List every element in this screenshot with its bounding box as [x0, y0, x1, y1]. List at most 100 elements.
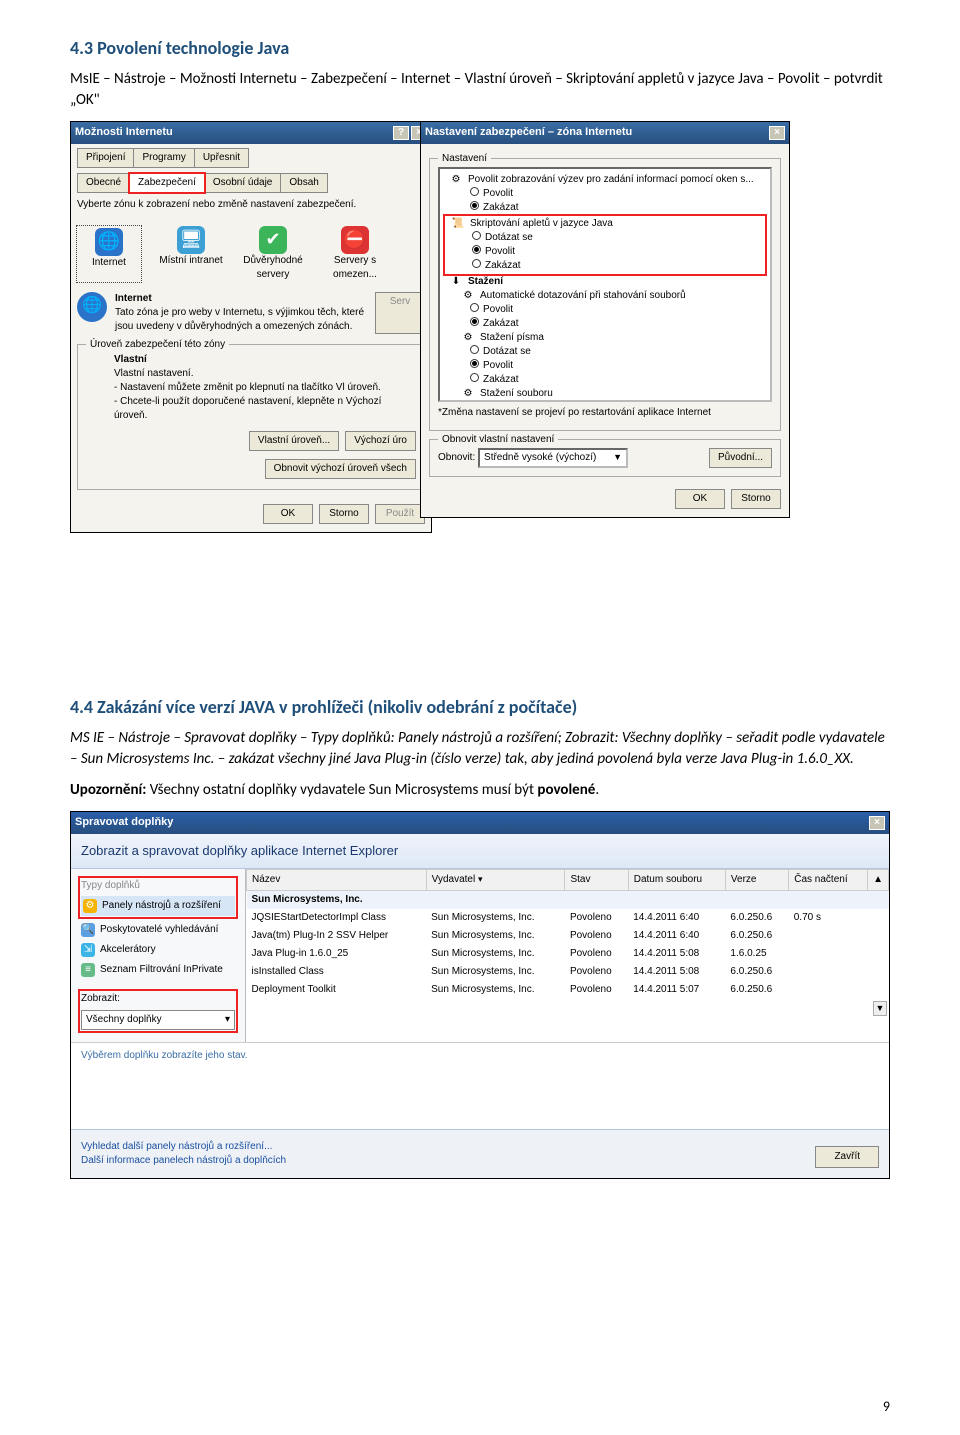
- more-info-link[interactable]: Další informace panelech nástrojů a dopl…: [81, 1154, 286, 1168]
- col-filedate[interactable]: Datum souboru: [628, 869, 725, 890]
- find-more-link[interactable]: Vyhledat další panely nástrojů a rozšíře…: [81, 1140, 286, 1154]
- table-row[interactable]: Java(tm) Plug-In 2 SSV HelperSun Microsy…: [247, 927, 889, 945]
- section-44-heading: 4.4 Zakázání více verzí JAVA v prohlížeč…: [70, 695, 890, 720]
- scroll-up-icon[interactable]: ▲: [868, 869, 889, 890]
- level-desc-2: - Nastavení můžete změnit po klepnutí na…: [114, 381, 416, 395]
- radio[interactable]: [472, 231, 481, 240]
- zone-trusted[interactable]: ✔ Důvěryhodné servery: [241, 226, 305, 282]
- page-number: 9: [883, 1397, 890, 1417]
- chevron-down-icon: ▾: [225, 1013, 230, 1027]
- level-desc-3: - Chcete-li použít doporučené nastavení,…: [114, 395, 416, 423]
- titlebar: Spravovat doplňky ×: [71, 812, 889, 833]
- section-44-body: MS IE – Nástroje – Spravovat doplňky – T…: [70, 728, 890, 770]
- radio[interactable]: [470, 317, 479, 326]
- reset-legend: Obnovit vlastní nastavení: [438, 433, 558, 447]
- level-title: Vlastní: [114, 353, 416, 367]
- addons-footer: Vyhledat další panely nástrojů a rozšíře…: [71, 1129, 889, 1178]
- chevron-down-icon: ▼: [613, 451, 622, 464]
- security-settings-dialog: Nastavení zabezpečení – zóna Internetu ×…: [420, 121, 790, 517]
- show-dropdown[interactable]: Všechny doplňky▾: [81, 1010, 235, 1030]
- sidebar-item-toolbars[interactable]: ⚙Panely nástrojů a rozšíření: [81, 896, 235, 916]
- ok-button[interactable]: OK: [675, 489, 725, 509]
- script-icon: 📜: [452, 218, 464, 230]
- internet-options-dialog: Možnosti Internetu ? × Připojení Program…: [70, 121, 432, 532]
- radio[interactable]: [470, 303, 479, 312]
- table-row[interactable]: Deployment ToolkitSun Microsystems, Inc.…: [247, 981, 889, 999]
- settings-groupbox: Nastavení ⚙Povolit zobrazování výzev pro…: [429, 158, 781, 431]
- titlebar: Nastavení zabezpečení – zóna Internetu ×: [421, 122, 789, 143]
- filter-icon: ≡: [81, 963, 95, 977]
- cancel-button[interactable]: Storno: [731, 489, 781, 509]
- zone-desc-text: Tato zóna je pro weby v Internetu, s výj…: [115, 306, 367, 334]
- download-icon: ⬇: [450, 276, 462, 288]
- show-label: Zobrazit:: [81, 992, 235, 1006]
- table-row[interactable]: isInstalled ClassSun Microsystems, Inc.P…: [247, 963, 889, 981]
- tabs-row-2: Obecné Zabezpečení Osobní údaje Obsah: [77, 173, 425, 192]
- radio[interactable]: [470, 187, 479, 196]
- zone-restricted[interactable]: ⛔ Servery s omezen...: [323, 226, 387, 282]
- addons-sidebar: Typy doplňků ⚙Panely nástrojů a rozšířen…: [71, 869, 246, 1042]
- tab-privacy[interactable]: Osobní údaje: [204, 173, 282, 193]
- zone-name: Internet: [115, 292, 367, 306]
- col-status[interactable]: Stav: [565, 869, 628, 890]
- sidebar-item-accel[interactable]: ⇲Akcelerátory: [79, 940, 237, 960]
- ok-button[interactable]: OK: [263, 504, 313, 524]
- settings-tree[interactable]: ⚙Povolit zobrazování výzev pro zadání in…: [438, 167, 772, 402]
- tabs-row-1: Připojení Programy Upřesnit: [77, 148, 425, 167]
- zone-intranet[interactable]: 🖥 Místní intranet: [159, 226, 223, 282]
- radio[interactable]: [472, 259, 481, 268]
- tab-advanced[interactable]: Upřesnit: [194, 148, 249, 168]
- radio[interactable]: [470, 359, 479, 368]
- sidebar-item-search[interactable]: 🔍Poskytovatelé vyhledávání: [79, 920, 237, 940]
- close-button[interactable]: Zavřít: [815, 1146, 879, 1168]
- tab-content[interactable]: Obsah: [280, 173, 327, 193]
- addons-list: Název Vydavatel ▾ Stav Datum souboru Ver…: [246, 869, 889, 1042]
- help-icon[interactable]: ?: [393, 126, 409, 140]
- radio[interactable]: [470, 201, 479, 210]
- col-name[interactable]: Název: [247, 869, 427, 890]
- col-loadtime[interactable]: Čas načtení: [789, 869, 868, 890]
- tab-general[interactable]: Obecné: [77, 173, 130, 193]
- tab-programs[interactable]: Programy: [133, 148, 194, 168]
- reset-all-button[interactable]: Obnovit výchozí úroveň všech: [265, 459, 416, 479]
- zone-description: 🌐 Internet Tato zóna je pro weby v Inter…: [77, 292, 425, 334]
- dialog-title: Nastavení zabezpečení – zóna Internetu: [425, 125, 632, 140]
- zone-internet[interactable]: 🌐 Internet: [77, 226, 141, 282]
- addons-header: Zobrazit a spravovat doplňky aplikace In…: [71, 834, 889, 869]
- cancel-button[interactable]: Storno: [319, 504, 369, 524]
- radio[interactable]: [472, 245, 481, 254]
- reset-dropdown[interactable]: Středně vysoké (výchozí)▼: [478, 448, 628, 468]
- col-version[interactable]: Verze: [725, 869, 788, 890]
- bolt-icon: ⇲: [81, 943, 95, 957]
- tab-connections[interactable]: Připojení: [77, 148, 134, 168]
- table-row[interactable]: JQSIEStartDetectorImpl ClassSun Microsys…: [247, 909, 889, 927]
- settings-legend: Nastavení: [438, 152, 491, 166]
- custom-level-button[interactable]: Vlastní úroveň...: [249, 431, 339, 451]
- reset-groupbox: Obnovit vlastní nastavení Obnovit: Střed…: [429, 439, 781, 477]
- restart-note: *Změna nastavení se projeví po restartov…: [438, 406, 772, 420]
- manage-addons-dialog: Spravovat doplňky × Zobrazit a spravovat…: [70, 811, 890, 1179]
- gear-icon: ⚙: [83, 899, 97, 913]
- gear-icon: ⚙: [462, 332, 474, 344]
- reset-button[interactable]: Původní...: [709, 448, 772, 468]
- radio[interactable]: [470, 345, 479, 354]
- default-level-button[interactable]: Výchozí úro: [345, 431, 416, 451]
- gear-icon: ⚙: [462, 388, 474, 400]
- scroll-down-icon[interactable]: ▼: [873, 1001, 887, 1016]
- sort-indicator-icon: ▾: [478, 874, 483, 884]
- section-43-heading: 4.3 Povolení technologie Java: [70, 36, 890, 61]
- tab-security[interactable]: Zabezpečení: [129, 173, 205, 193]
- reset-label: Obnovit:: [438, 452, 475, 463]
- col-publisher[interactable]: Vydavatel ▾: [426, 869, 565, 890]
- close-icon[interactable]: ×: [869, 816, 885, 830]
- zone-strip: 🌐 Internet 🖥 Místní intranet ✔ Důvěryhod…: [77, 226, 425, 282]
- addons-table: Název Vydavatel ▾ Stav Datum souboru Ver…: [246, 869, 889, 999]
- section-43-body: MsIE – Nástroje – Možnosti Internetu – Z…: [70, 69, 890, 111]
- close-icon[interactable]: ×: [769, 126, 785, 140]
- gear-icon: ⚙: [450, 174, 462, 186]
- sidebar-item-inprivate[interactable]: ≡Seznam Filtrování InPrivate: [79, 960, 237, 980]
- sidebar-heading: Typy doplňků: [81, 879, 235, 893]
- table-row[interactable]: Java Plug-in 1.6.0_25Sun Microsystems, I…: [247, 945, 889, 963]
- dialog-title: Spravovat doplňky: [75, 815, 173, 830]
- radio[interactable]: [470, 373, 479, 382]
